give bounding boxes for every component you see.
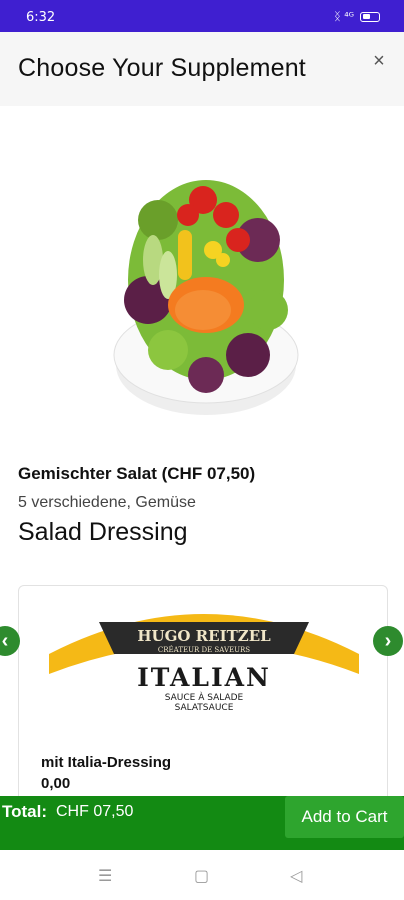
carousel-prev-button[interactable]: ‹ [0, 626, 20, 656]
add-to-cart-button[interactable]: Add to Cart [285, 796, 404, 838]
dressing-sub-label-1: SAUCE À SALADE [165, 691, 244, 703]
brand-text: HUGO REITZEL [137, 627, 271, 645]
option-name: mit Italia-Dressing [41, 754, 172, 771]
status-bar: 6:32 ᛝ ⁴ᴳ [0, 0, 404, 32]
carousel-next-button[interactable]: › [373, 626, 403, 656]
status-time: 6:32 [26, 10, 56, 25]
dressing-option-card[interactable]: HUGO REITZEL CRÉATEUR DE SAVEURS ITALIAN… [18, 585, 388, 805]
close-button[interactable]: × [368, 50, 390, 72]
dressing-image: HUGO REITZEL CRÉATEUR DE SAVEURS ITALIAN… [49, 614, 359, 734]
dressing-label: ITALIAN [137, 663, 271, 692]
battery-icon [360, 11, 380, 22]
footer-bar: Total: CHF 07,50 Add to Cart [0, 796, 404, 850]
salad-image [113, 180, 299, 415]
section-title: Salad Dressing [18, 518, 188, 546]
status-icons: ᛝ ⁴ᴳ [334, 10, 380, 23]
brand-tagline: CRÉATEUR DE SAVEURS [158, 645, 250, 654]
header: Choose Your Supplement × [0, 32, 404, 106]
dressing-sub-label-2: SALATSAUCE [175, 703, 234, 713]
page-title: Choose Your Supplement [18, 54, 306, 82]
system-nav-bar: ☰ ▢ ◁ [0, 850, 404, 900]
product-name: Gemischter Salat (CHF 07,50) [18, 464, 256, 483]
recent-apps-icon[interactable]: ☰ [98, 866, 112, 885]
home-icon[interactable]: ▢ [194, 866, 209, 885]
back-icon[interactable]: ◁ [290, 866, 302, 885]
total-label: Total: [2, 802, 48, 821]
option-price: 0,00 [41, 775, 71, 792]
signal-icon: ᛝ ⁴ᴳ [334, 10, 354, 23]
product-description: 5 verschiedene, Gemüse [18, 494, 196, 511]
total-value: CHF 07,50 [56, 803, 134, 820]
